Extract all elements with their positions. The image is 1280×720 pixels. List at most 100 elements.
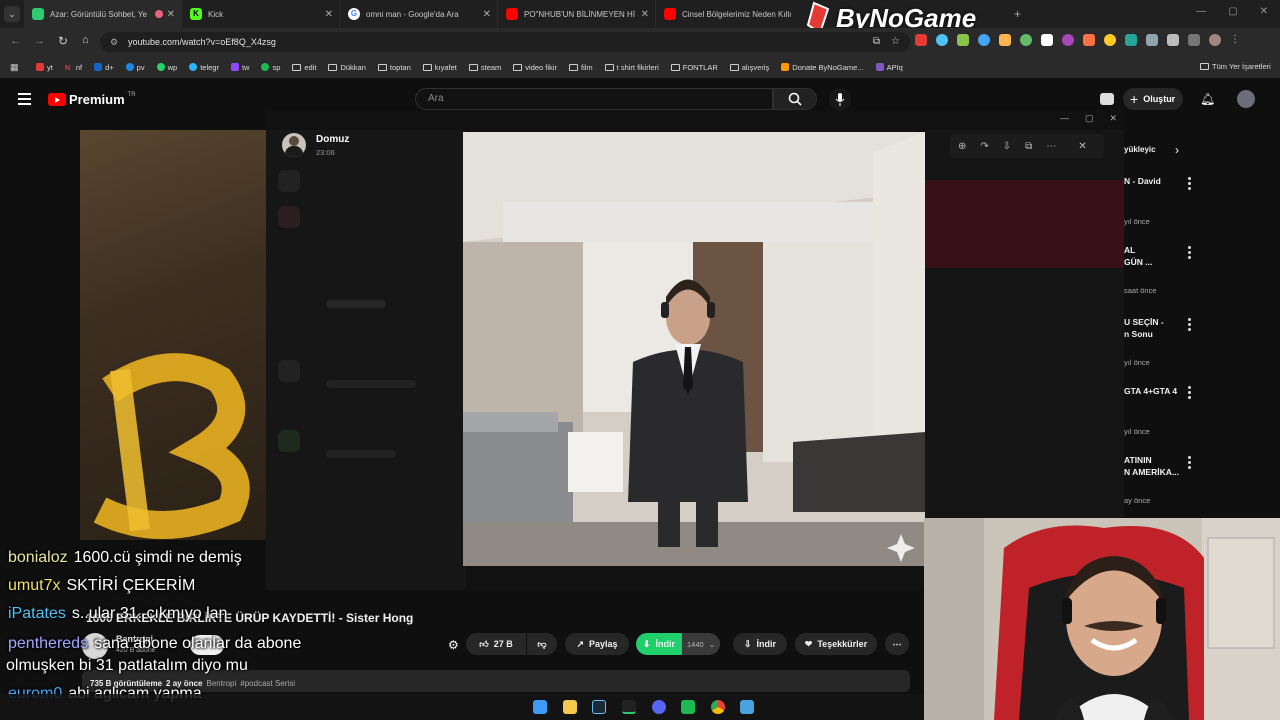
bookmark-spotify[interactable]: sp <box>261 63 280 72</box>
bookmark-apiq[interactable]: APIq <box>875 63 903 72</box>
extension-icon[interactable] <box>1062 34 1074 46</box>
youtube-logo[interactable]: Premium TR <box>48 92 136 107</box>
sidebar-video-title[interactable]: N - David <box>1124 175 1161 187</box>
bookmark-pv[interactable]: pv <box>125 63 145 72</box>
app-icon[interactable] <box>740 700 754 714</box>
bookmark-folder[interactable]: FONTLAR <box>670 63 718 72</box>
bookmark-folder[interactable]: film <box>568 63 593 72</box>
hamburger-menu-icon[interactable] <box>18 93 31 105</box>
tab-youtube-1[interactable]: PO"NHUB'UN BİLİNMEYEN Hİ ✕ <box>498 0 656 28</box>
close-icon[interactable]: ✕ <box>483 9 491 20</box>
discord-icon[interactable] <box>652 700 666 714</box>
hashtag[interactable]: #podcast Serisi <box>240 679 295 688</box>
puzzle-icon[interactable] <box>1167 34 1179 46</box>
dislike-button[interactable]: 👎︎ <box>527 633 557 655</box>
reload-icon[interactable]: ↻ <box>58 34 68 48</box>
bookmark-folder[interactable]: steam <box>468 63 501 72</box>
sidepanel-icon[interactable] <box>1188 34 1200 46</box>
thanks-button[interactable]: ❤ Teşekkürler <box>795 633 877 655</box>
notifications-bell-icon[interactable]: 🔔︎ <box>1200 92 1215 106</box>
create-button[interactable]: + Oluştur <box>1123 88 1183 110</box>
extension-icon[interactable] <box>936 34 948 46</box>
gear-icon[interactable]: ⚙ <box>448 638 459 652</box>
search-input[interactable]: Ara <box>415 88 773 110</box>
maximize-icon[interactable]: ▢ <box>1085 113 1094 124</box>
extension-icon[interactable] <box>978 34 990 46</box>
close-icon[interactable]: ✕ <box>641 9 649 20</box>
file-explorer-icon[interactable] <box>563 700 577 714</box>
bookmark-folder[interactable]: edit <box>292 63 316 72</box>
new-tab-button[interactable]: + <box>1014 7 1021 21</box>
bookmark-folder[interactable]: video fikir <box>513 63 557 72</box>
more-vert-icon[interactable] <box>1188 318 1191 333</box>
steam-icon[interactable] <box>592 700 606 714</box>
tab-search-button[interactable]: ⌄ <box>0 0 24 28</box>
extension-icon[interactable] <box>1100 93 1114 105</box>
obs-icon[interactable] <box>622 700 636 714</box>
bookmark-folder[interactable]: alışveriş <box>729 63 769 72</box>
start-icon[interactable] <box>533 700 547 714</box>
close-icon[interactable]: ✕ <box>1260 6 1268 17</box>
more-vert-icon[interactable] <box>1188 177 1191 192</box>
bookmark-telegram[interactable]: telegr <box>189 63 219 72</box>
site-info-icon[interactable]: ⚙ <box>110 32 118 52</box>
avatar[interactable] <box>1237 90 1255 108</box>
chevron-right-icon[interactable]: › <box>1175 143 1179 157</box>
forward-icon[interactable]: → <box>34 35 45 47</box>
app-icon[interactable] <box>681 700 695 714</box>
zoom-icon[interactable]: ⊕ <box>958 141 966 152</box>
extension-icon[interactable] <box>1146 34 1158 46</box>
bookmark-folder[interactable]: t shirt fikirleri <box>604 63 659 72</box>
more-vert-icon[interactable] <box>1188 246 1191 261</box>
voice-search-button[interactable] <box>829 88 851 110</box>
chrome-icon[interactable] <box>711 700 725 714</box>
bookmark-folder[interactable]: kıyafet <box>422 63 457 72</box>
bookmark-folder[interactable]: toptan <box>377 63 411 72</box>
sidebar-chip[interactable]: yükleyic <box>1124 145 1156 154</box>
maximize-icon[interactable]: ▢ <box>1228 6 1237 17</box>
bookmark-folder[interactable]: Dükkan <box>328 63 366 72</box>
download-icon[interactable]: ⇩ <box>1003 141 1011 152</box>
bookmark-yt[interactable]: yt <box>36 63 53 72</box>
close-icon[interactable]: ✕ <box>1110 113 1118 124</box>
open-external-icon[interactable]: ⧉ <box>1025 141 1032 152</box>
sidebar-video-title[interactable]: U SEÇİN - n Sonu <box>1124 316 1164 340</box>
close-icon[interactable]: ✕ <box>325 9 333 20</box>
minimize-icon[interactable]: — <box>1196 6 1206 17</box>
back-icon[interactable]: ← <box>10 35 21 47</box>
more-vert-icon[interactable] <box>1188 456 1191 471</box>
sidebar-video-title[interactable]: ATININ N AMERİKA... <box>1124 454 1179 478</box>
install-icon[interactable]: ⧉ <box>873 32 880 52</box>
tab-kick[interactable]: K Kick ✕ <box>182 0 340 28</box>
extension-icon[interactable] <box>957 34 969 46</box>
bookmark-star-icon[interactable]: ☆ <box>891 32 900 52</box>
like-button[interactable]: 👍︎ 27 B <box>466 633 526 655</box>
sidebar-video-title[interactable]: AL GÜN ... <box>1124 244 1152 268</box>
bookmark-wp[interactable]: wp <box>156 63 177 72</box>
extension-icon[interactable] <box>1104 34 1116 46</box>
tab-azar[interactable]: Azar: Görüntülü Sohbet, Ye ✕ <box>24 0 182 28</box>
search-button[interactable] <box>773 88 817 110</box>
bookmark-twitch[interactable]: tw <box>230 63 249 72</box>
tab-google[interactable]: G omni man - Google'da Ara ✕ <box>340 0 498 28</box>
more-icon[interactable]: ⋯ <box>1046 141 1056 152</box>
url-bar[interactable]: ⚙ youtube.com/watch?v=oEf8Q_X4zsg ⧉ ☆ <box>100 32 910 52</box>
share-button[interactable]: ↗ Paylaş <box>565 633 629 655</box>
forward-icon[interactable]: ↷ <box>980 141 988 152</box>
minimize-icon[interactable]: — <box>1060 113 1069 124</box>
extension-icon[interactable] <box>1020 34 1032 46</box>
extension-icon[interactable] <box>1083 34 1095 46</box>
home-icon[interactable]: ⌂ <box>82 34 89 46</box>
extension-icon[interactable] <box>999 34 1011 46</box>
close-icon[interactable]: ✕ <box>167 9 175 20</box>
bookmark-dplus[interactable]: d+ <box>94 63 114 72</box>
more-vert-icon[interactable] <box>1188 386 1191 401</box>
tab-youtube-2[interactable]: Cinsel Bölgelerimiz Neden Kıllı <box>656 0 814 28</box>
apps-grid-icon[interactable]: ▦ <box>10 62 19 73</box>
download-button[interactable]: ⇩ İndir <box>733 633 787 655</box>
extension-icon[interactable] <box>915 34 927 46</box>
sidebar-video-title[interactable]: GTA 4+GTA 4 <box>1124 385 1177 397</box>
bookmark-nf[interactable]: Nnf <box>65 63 82 73</box>
all-bookmarks[interactable]: Tüm Yer İşaretleri <box>1200 62 1271 71</box>
close-icon[interactable]: ✕ <box>1078 141 1086 152</box>
